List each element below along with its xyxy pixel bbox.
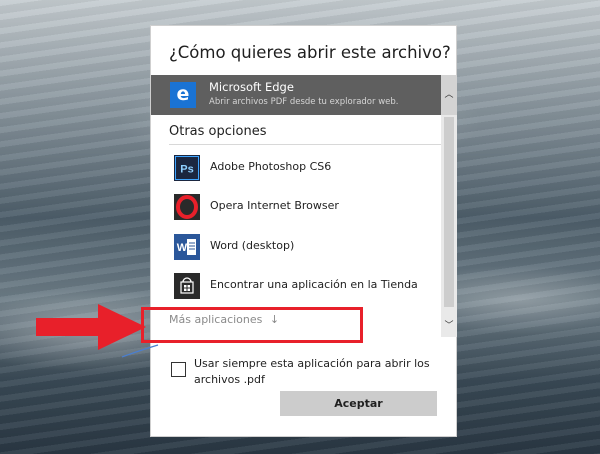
app-name: Microsoft Edge [209,80,294,94]
scroll-thumb[interactable] [444,117,454,307]
scroll-down-icon[interactable]: ﹀ [441,317,457,335]
opera-icon [173,193,201,221]
app-name: Encontrar una aplicación en la Tienda [210,278,418,291]
svg-text:W: W [177,242,188,254]
open-with-dialog: ¿Cómo quieres abrir este archivo? e Micr… [150,25,457,437]
app-item-store[interactable]: Encontrar una aplicación en la Tienda [151,270,441,306]
other-options-label: Otras opciones [169,124,267,139]
always-use-label: Usar siempre esta aplicación para abrir … [194,357,430,386]
store-icon [173,272,201,300]
app-name: Opera Internet Browser [210,199,339,212]
pen-stroke-annotation [121,344,159,358]
app-name: Adobe Photoshop CS6 [210,160,332,173]
photoshop-icon: Ps [173,154,201,182]
app-description: Abrir archivos PDF desde tu explorador w… [209,97,399,107]
highlight-annotation-box [141,307,363,343]
word-icon: W [173,233,201,261]
app-item-opera[interactable]: Opera Internet Browser [151,191,441,227]
app-name: Word (desktop) [210,239,295,252]
divider [169,144,441,145]
accept-button[interactable]: Aceptar [280,391,437,416]
dialog-title: ¿Cómo quieres abrir este archivo? [169,43,451,62]
svg-text:Ps: Ps [180,164,193,176]
always-use-checkbox[interactable] [171,362,186,377]
scrollbar[interactable]: ︿ ﹀ [441,75,457,337]
app-item-photoshop[interactable]: Ps Adobe Photoshop CS6 [151,152,441,188]
app-item-microsoft-edge[interactable]: e Microsoft Edge Abrir archivos PDF desd… [151,75,441,115]
edge-icon: e [170,82,196,108]
app-item-word[interactable]: W Word (desktop) [151,231,441,267]
scroll-up-icon[interactable]: ︿ [441,75,457,115]
